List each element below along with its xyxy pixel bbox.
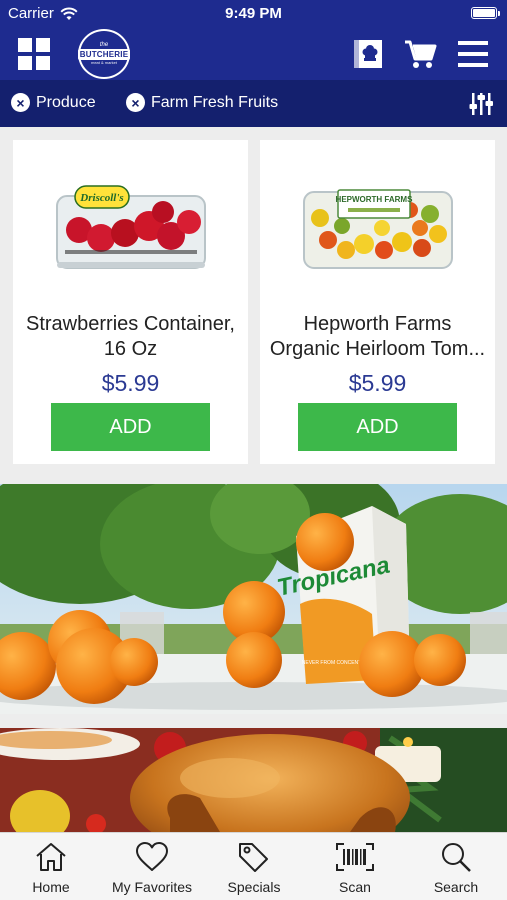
product-image-strawberries[interactable]: Driscoll's bbox=[13, 168, 248, 288]
logo-subtext: meat & market bbox=[90, 60, 117, 65]
tab-label: Home bbox=[32, 879, 70, 895]
tab-label: Search bbox=[433, 879, 479, 895]
product-name[interactable]: Strawberries Container, 16 Oz bbox=[19, 312, 242, 362]
package-label-hepworth: HEPWORTH FARMS bbox=[335, 195, 413, 204]
tab-label: Scan bbox=[339, 879, 371, 895]
tag-icon bbox=[239, 843, 268, 872]
barcode-icon bbox=[336, 843, 374, 871]
logo-wordmark: BUTCHERIE bbox=[77, 49, 131, 60]
recipe-book-icon[interactable] bbox=[350, 36, 386, 72]
store-logo[interactable]: the BUTCHERIE meat & market bbox=[77, 29, 131, 79]
home-icon bbox=[36, 843, 66, 871]
product-image-heirloom-tomatoes[interactable]: HEPWORTH FARMS bbox=[260, 168, 495, 288]
tab-label: Specials bbox=[227, 879, 281, 895]
menu-icon[interactable] bbox=[456, 36, 490, 72]
tab-scan[interactable]: Scan bbox=[305, 841, 405, 895]
logo-top-text: the bbox=[99, 42, 109, 48]
remove-filter-icon[interactable]: × bbox=[11, 93, 30, 112]
tab-specials[interactable]: Specials bbox=[204, 841, 304, 895]
heart-icon bbox=[136, 842, 168, 871]
product-card[interactable]: Driscoll's Strawberries Container, 16 Oz… bbox=[13, 140, 248, 464]
turkey-banner-image bbox=[0, 728, 507, 832]
tab-search[interactable]: Search bbox=[406, 841, 506, 895]
sliders-filter-icon[interactable] bbox=[467, 90, 495, 118]
add-to-cart-button[interactable]: ADD bbox=[51, 403, 210, 451]
status-bar: Carrier 9:49 PM bbox=[0, 0, 507, 28]
promo-banner-juice[interactable]: Tropicana NEVER FROM CONCENTRATE bbox=[0, 484, 507, 714]
product-name[interactable]: Hepworth Farms Organic Heirloom Tom... bbox=[266, 312, 489, 362]
filter-chip-farm-fresh-fruits[interactable]: × Farm Fresh Fruits bbox=[126, 93, 278, 112]
tab-my-favorites[interactable]: My Favorites bbox=[102, 841, 202, 895]
status-time: 9:49 PM bbox=[225, 5, 282, 22]
filter-chip-produce[interactable]: × Produce bbox=[11, 93, 96, 112]
package-label-driscolls: Driscoll's bbox=[79, 192, 123, 204]
filter-bar: × Produce × Farm Fresh Fruits bbox=[0, 80, 507, 127]
juice-banner-image: Tropicana NEVER FROM CONCENTRATE bbox=[0, 484, 507, 714]
remove-filter-icon[interactable]: × bbox=[126, 93, 145, 112]
app-header: the BUTCHERIE meat & market bbox=[0, 28, 507, 80]
cart-icon[interactable] bbox=[402, 36, 438, 72]
search-icon bbox=[442, 843, 471, 872]
filter-chip-label: Produce bbox=[36, 93, 96, 111]
promo-banner-holiday-turkey[interactable] bbox=[0, 728, 507, 832]
battery-icon bbox=[471, 7, 500, 19]
product-price: $5.99 bbox=[101, 370, 160, 396]
product-card[interactable]: HEPWORTH FARMS Hepworth Farms Organic He… bbox=[260, 140, 495, 464]
add-to-cart-button[interactable]: ADD bbox=[298, 403, 457, 451]
tab-home[interactable]: Home bbox=[1, 841, 101, 895]
categories-grid-icon[interactable] bbox=[18, 38, 50, 70]
product-price: $5.99 bbox=[348, 370, 407, 396]
bottom-tab-bar: Home My Favorites Specials Scan Search bbox=[0, 832, 507, 900]
filter-chip-label: Farm Fresh Fruits bbox=[151, 93, 279, 111]
tab-label: My Favorites bbox=[111, 879, 193, 895]
